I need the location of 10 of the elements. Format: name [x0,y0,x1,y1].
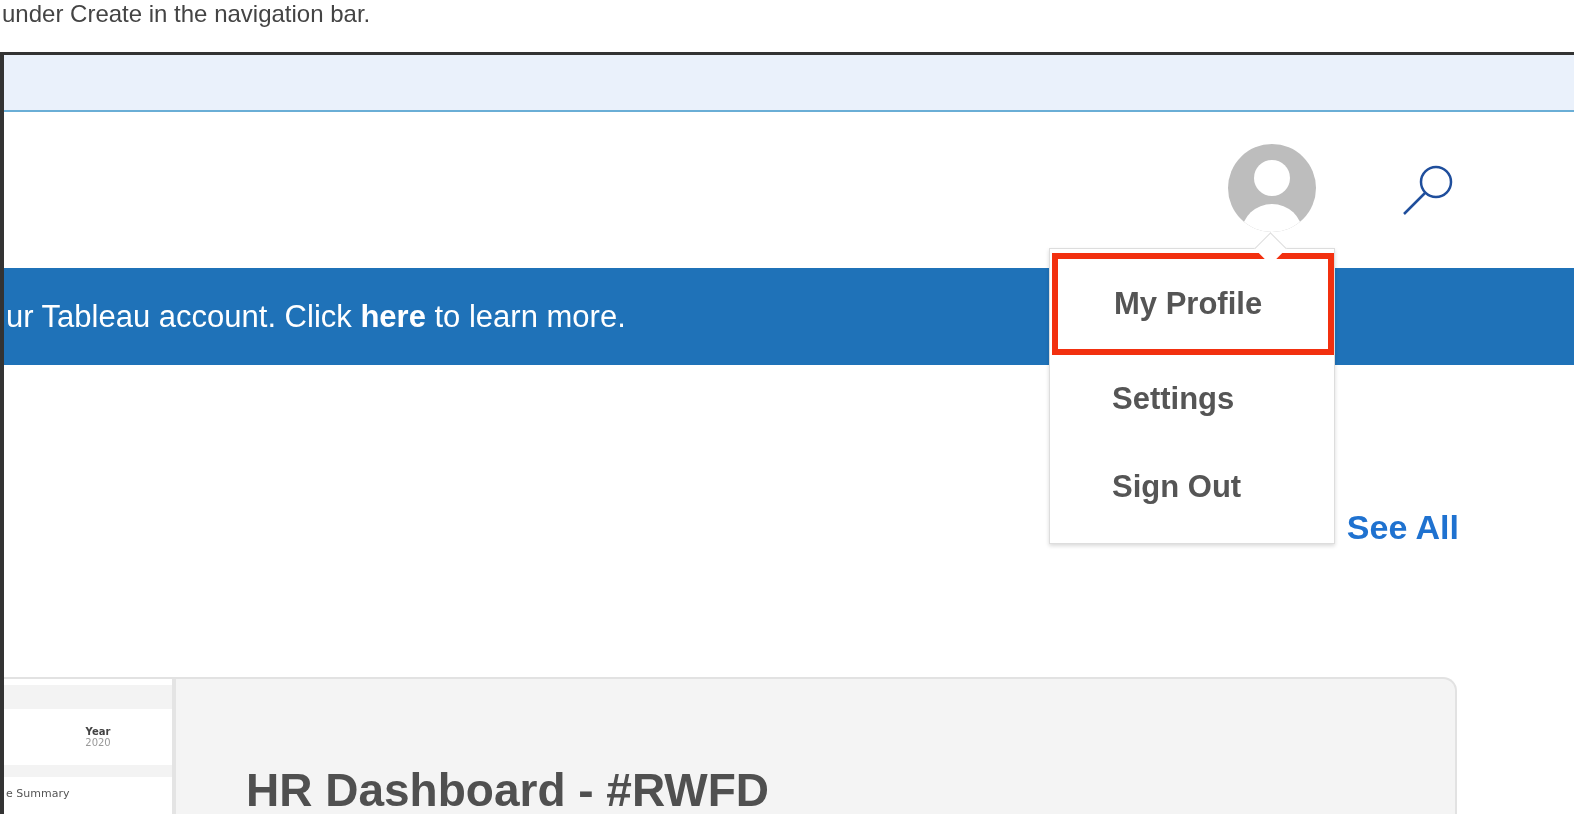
menu-item[interactable]: Settings [1050,355,1334,443]
filter-label: Year [85,726,111,737]
caption-text: under Create in the navigation bar. [1,0,372,28]
section-label: e Summary [6,787,71,800]
menu-item[interactable]: Sign Out [1050,443,1334,531]
filter-value: 2020 [85,737,111,748]
see-all-link[interactable]: See All [1346,508,1459,550]
card-title: HR Dashboard - #RWFD [246,763,770,814]
banner-text: ur Tableau account. Click here to learn more. [6,298,626,335]
menu-item[interactable]: My Profile [1052,253,1334,355]
